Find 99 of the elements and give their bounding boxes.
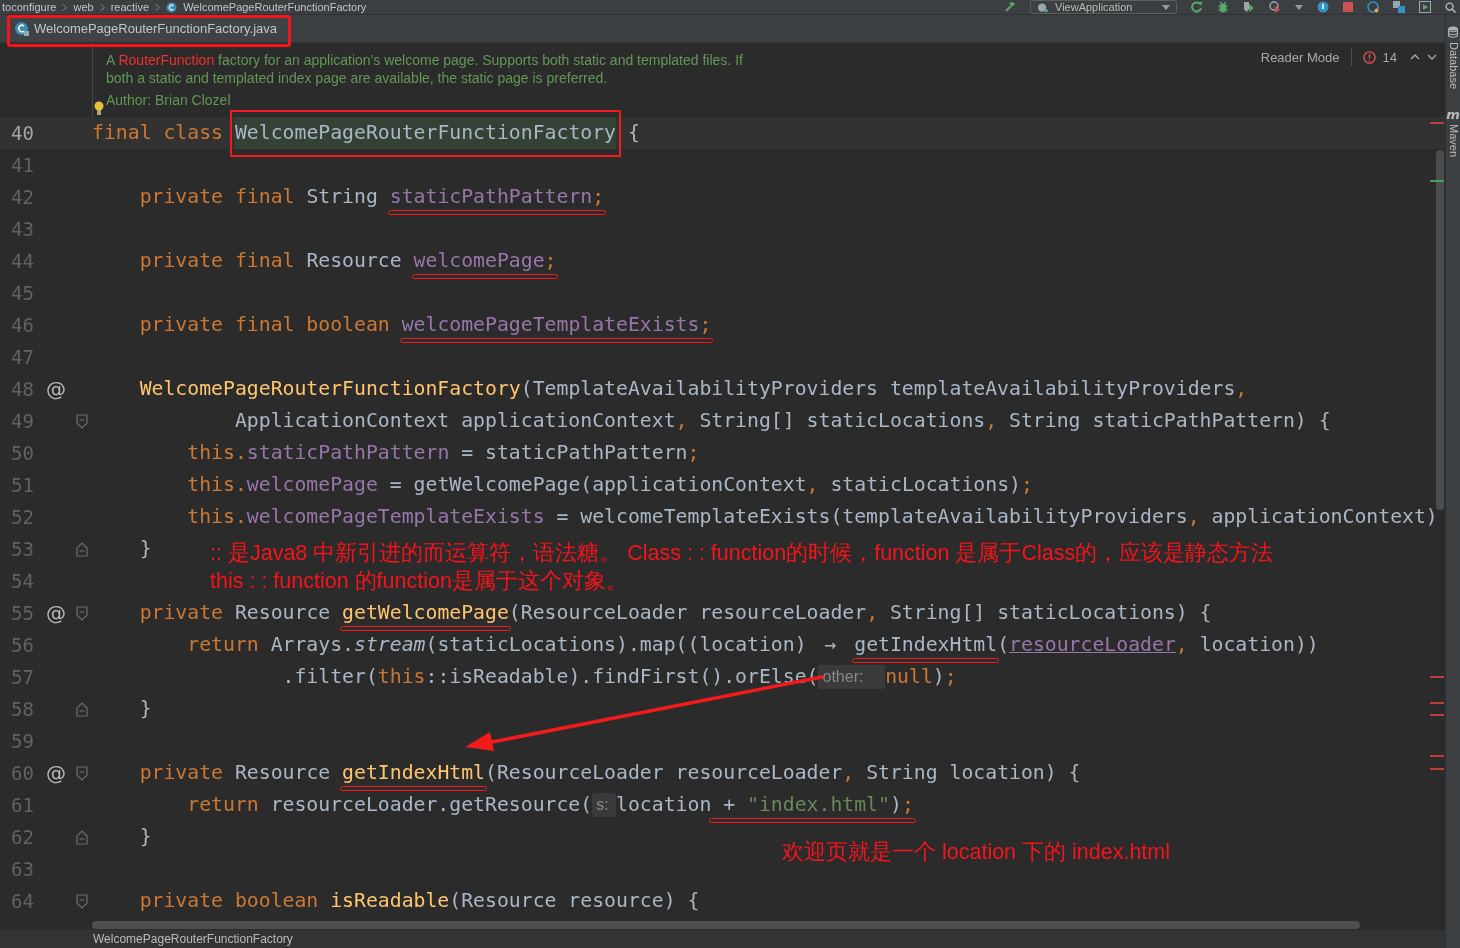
run-icon[interactable]	[1419, 1, 1431, 13]
line-number: 59	[10, 730, 35, 752]
fold-start-icon[interactable]	[76, 605, 88, 621]
code-text: }	[138, 824, 152, 850]
update-icon[interactable]	[1317, 1, 1329, 13]
line-number: 45	[10, 282, 35, 304]
inlay-hint: other:	[818, 665, 886, 689]
hammer-icon[interactable]	[1004, 1, 1016, 13]
line-number: 50	[10, 442, 35, 464]
class-file-icon	[14, 20, 30, 37]
code-text: null);	[885, 664, 957, 690]
chevron-icon	[155, 2, 161, 12]
doc-paragraph: A RouterFunction factory for an application's welcome page. Supports both static and templated files. If both a static and templated index page are available, the static page is preferred.	[106, 51, 744, 87]
maven-icon[interactable]: m	[1446, 109, 1460, 122]
layout-icon[interactable]	[1393, 1, 1405, 13]
horizontal-scrollbar[interactable]	[92, 921, 1360, 929]
code-text: }	[138, 696, 152, 722]
doc-author: Author: Brian Clozel	[106, 91, 231, 109]
line-number: 53	[10, 538, 35, 560]
line-number: 43	[10, 218, 35, 240]
fold-start-icon[interactable]	[76, 893, 88, 909]
line-number: 49	[10, 410, 35, 432]
application-icon	[1037, 1, 1049, 13]
profiler-icon[interactable]	[1269, 1, 1281, 13]
line-number: 54	[10, 570, 35, 592]
tool-window-button[interactable]: Maven	[1446, 124, 1460, 158]
line-number: 56	[10, 634, 35, 656]
inlay-hint: s:	[592, 793, 616, 817]
tool-window-button[interactable]: Database	[1446, 42, 1460, 90]
error-icon	[1362, 50, 1376, 64]
code-text: private Resource getWelcomePage(ResourceLoader resourceLoader, String[] staticLocations) {	[138, 600, 1212, 626]
code-text: this.welcomePage = getWelcomePage(applicationContext, staticLocations);	[186, 472, 1033, 498]
line-number: 42	[10, 186, 35, 208]
rerun-icon[interactable]	[1191, 1, 1203, 13]
line-number: 64	[10, 890, 35, 912]
bug-icon[interactable]	[1217, 1, 1229, 13]
coverage-icon[interactable]	[1243, 1, 1255, 13]
line-number: 52	[10, 506, 35, 528]
code-text: location + "index.html");	[616, 792, 914, 818]
code-text: private final Resource welcomePage;	[138, 248, 557, 274]
code-text: ApplicationContext applicationContext, String[] staticLocations, String staticPathPattern) {	[233, 408, 1331, 434]
caret-icon	[1162, 4, 1170, 10]
code-text: .filter(this::isReadable).findFirst().orElse(	[281, 664, 819, 690]
line-number: 51	[10, 474, 35, 496]
chevron-up-icon[interactable]	[1410, 54, 1420, 60]
line-number: 46	[10, 314, 35, 336]
code-text: this.welcomePageTemplateExists = welcomeTemplateExists(templateAvailabilityProviders, applicationContext)	[186, 504, 1438, 530]
breadcrumb-item[interactable]: toconfigure	[2, 0, 57, 14]
line-number: 48	[10, 378, 35, 400]
gutter-marker[interactable]: @	[46, 377, 66, 401]
code-text: final class WelcomePageRouterFunctionFactory {	[92, 117, 640, 149]
annotation-note: this : : function 的function是属于这个对象。	[210, 568, 628, 594]
code-text: }	[138, 536, 152, 562]
search-icon[interactable]	[1445, 1, 1456, 13]
gutter-marker[interactable]: @	[46, 601, 66, 625]
code-text: private final boolean welcomePageTemplateExists;	[138, 312, 712, 338]
code-text: this.staticPathPattern = staticPathPattern;	[186, 440, 700, 466]
breadcrumb-item[interactable]: WelcomePageRouterFunctionFactory	[183, 0, 367, 14]
fold-end-icon[interactable]	[76, 829, 88, 845]
code-text: private Resource getIndexHtml(ResourceLoader resourceLoader, String location) {	[138, 760, 1081, 786]
code-text: private boolean isReadable(Resource resource) {	[138, 888, 700, 914]
gutter-marker[interactable]: @	[46, 761, 66, 785]
run-configuration-dropdown[interactable]: ViewApplication	[1030, 0, 1177, 14]
line-number: 40	[10, 122, 35, 144]
line-number: 55	[10, 602, 35, 624]
breadcrumb-item[interactable]: web	[73, 0, 94, 14]
line-number: 41	[10, 154, 35, 176]
line-number: 44	[10, 250, 35, 272]
fold-end-icon[interactable]	[76, 541, 88, 557]
line-number: 57	[10, 666, 35, 688]
breadcrumb-item[interactable]: reactive	[110, 0, 150, 14]
caret-icon[interactable]	[1295, 4, 1303, 10]
line-number: 62	[10, 826, 35, 848]
chevron-down-icon[interactable]	[1427, 54, 1437, 60]
doc-link[interactable]: RouterFunction	[118, 52, 215, 68]
lightbulb-icon[interactable]	[94, 101, 104, 116]
code-text: return Arrays.stream(staticLocations).map((location) → getIndexHtml(resourceLoader, location))	[186, 632, 1319, 658]
database-icon[interactable]	[1448, 26, 1458, 38]
reader-mode-toggle[interactable]: Reader Mode	[1260, 49, 1340, 65]
chevron-icon	[99, 2, 105, 12]
code-text: WelcomePageRouterFunctionFactory(TemplateAvailabilityProviders templateAvailabilityProviders,	[138, 376, 1248, 402]
code-text: return resourceLoader.getResource(	[186, 792, 593, 818]
fold-start-icon[interactable]	[76, 413, 88, 429]
annotation-note: 欢迎页就是一个 location 下的 index.html	[782, 839, 1170, 865]
line-number: 61	[10, 794, 35, 816]
status-breadcrumb[interactable]: WelcomePageRouterFunctionFactory	[93, 932, 293, 946]
line-number: 63	[10, 858, 35, 880]
annotation-note: :: 是Java8 中新引进的而运算符，语法糖。 Class : : function的时候，function 是属于Class的，应该是静态方法	[210, 540, 1274, 566]
vertical-scrollbar[interactable]	[1436, 150, 1444, 510]
globe-icon[interactable]	[1367, 1, 1379, 13]
class-file-icon	[166, 1, 178, 13]
line-number: 47	[10, 346, 35, 368]
fold-start-icon[interactable]	[76, 765, 88, 781]
fold-end-icon[interactable]	[76, 701, 88, 717]
problem-count[interactable]: 14	[1382, 49, 1397, 65]
chevron-icon	[62, 2, 68, 12]
code-text: private final String staticPathPattern;	[138, 184, 605, 210]
line-number: 58	[10, 698, 35, 720]
line-number: 60	[10, 762, 35, 784]
